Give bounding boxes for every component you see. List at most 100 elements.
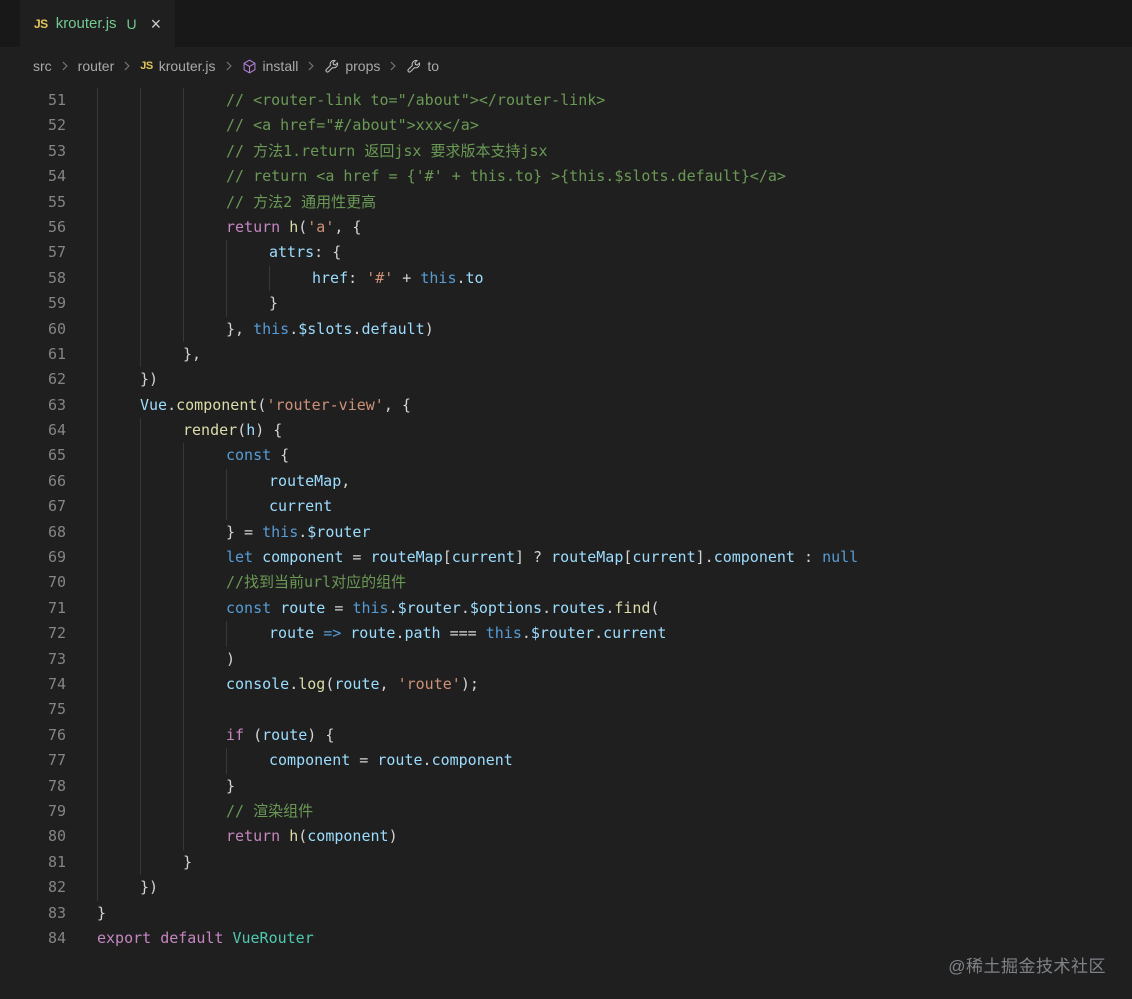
code-editor[interactable]: 51 // <router-link to="/about"></router-l… [0,85,1132,951]
indent-guide [140,545,183,571]
code-line[interactable]: 51 // <router-link to="/about"></router-l… [0,88,1132,114]
code-line[interactable]: 52 // <a href="#/about">xxx</a> [0,113,1132,139]
code-line-content: }) [97,367,158,393]
line-number: 76 [47,725,66,744]
code-token: + [393,268,421,287]
code-line[interactable]: 69 let component = routeMap[current] ? ro… [0,545,1132,571]
close-icon[interactable]: × [151,15,162,33]
code-token: routeMap [551,548,624,567]
code-line[interactable]: 74 console. log(route, 'route'); [0,671,1132,698]
code-line[interactable]: 65 const { [0,443,1132,469]
code-token: 'router-view' [266,395,384,414]
indent-guide [140,621,183,647]
breadcrumb-item-krouter-js[interactable]: JS krouter.js [140,58,215,74]
breadcrumb-item-src[interactable]: src [33,58,52,74]
code-line[interactable]: 63 Vue. component('router-view', { [0,392,1132,419]
code-line[interactable]: 67 current [0,494,1132,520]
line-number: 66 [47,471,66,490]
line-number: 53 [47,141,66,160]
code-token: '#' [366,268,394,287]
code-token: component [307,827,389,846]
code-token: log [298,674,326,693]
indent-guide [140,798,183,825]
code-token: if [226,725,245,744]
code-line[interactable]: 53 // 方法1.return 返回jsx 要求版本支持jsx [0,138,1132,165]
code-line[interactable]: 64 render(h) { [0,418,1132,444]
code-token: ); [460,674,479,693]
code-line[interactable]: 59} [0,291,1132,317]
code-token: current [632,548,696,567]
indent-guide [226,468,269,495]
code-token: . [289,319,299,338]
breadcrumb: src router JS krouter.js install props to [0,47,1132,85]
indent-guide [226,265,269,292]
code-token: current [603,624,667,643]
code-line[interactable]: 81} [0,849,1132,876]
line-number: 56 [47,217,66,236]
code-line[interactable]: 78} [0,773,1132,799]
code-token: // <a href="#/about">xxx</a> [226,116,479,135]
code-token: // return <a href = {'#' + this.to} >{th… [226,167,786,186]
tab-krouter-js[interactable]: JS krouter.js U × [20,0,176,47]
breadcrumb-item-props[interactable]: props [324,58,380,74]
line-number: 79 [47,801,66,820]
code-line[interactable]: 55 // 方法2 通用性更高 [0,189,1132,215]
breadcrumb-item-router[interactable]: router [78,58,115,74]
code-token: // 方法1.return 返回jsx 要求版本支持jsx [226,141,548,160]
code-line[interactable]: 83} [0,901,1132,926]
code-token: { [271,446,290,465]
indent-guide [269,265,312,292]
code-line[interactable]: 75 [0,697,1132,723]
code-line[interactable]: 72 route => route. path === this. $router. c… [0,621,1132,647]
code-line[interactable]: 68} = this. $router [0,519,1132,546]
code-token: ( [650,598,660,617]
indent-guide [97,621,140,647]
code-line[interactable]: 61}, [0,341,1132,368]
code-line[interactable]: 70 //找到当前url对应的组件 [0,570,1132,596]
indent-guide [97,494,140,520]
code-line[interactable]: 77 component = route. component [0,748,1132,774]
indent-guide [97,341,140,368]
indent-guide [97,468,140,495]
code-line[interactable]: 56 return h('a', { [0,214,1132,241]
code-token: . [422,751,432,770]
code-token: ( [298,827,308,846]
indent-guide [97,798,140,825]
code-line[interactable]: 79 // 渲染组件 [0,798,1132,825]
code-token: = [350,751,378,770]
code-line[interactable]: 62}) [0,367,1132,393]
code-line[interactable]: 58 href: '#' + this. to [0,265,1132,292]
indent-guide [140,214,183,241]
line-number: 61 [47,344,66,363]
code-line-content: } [97,291,278,317]
code-token: : { [314,243,342,262]
code-line[interactable]: 57 attrs: { [0,240,1132,266]
code-line[interactable]: 84 export default VueRouter [0,926,1132,951]
code-token: }, [183,344,202,363]
code-line[interactable]: 73) [0,646,1132,672]
code-line-content: // return <a href = {'#' + this.to} >{th… [97,164,786,190]
code-token: , { [334,217,362,236]
code-line[interactable]: 66 routeMap, [0,468,1132,495]
code-line[interactable]: 60}, this. $slots. default) [0,316,1132,342]
indent-guide [97,545,140,571]
indent-guide [97,595,140,622]
code-line[interactable]: 76 if (route) { [0,722,1132,749]
indent-guide [140,646,183,672]
breadcrumb-label: install [262,58,299,74]
code-line[interactable]: 82}) [0,875,1132,901]
code-token: [ [442,548,452,567]
code-line[interactable]: 71 const route = this. $router. $options. ro… [0,595,1132,622]
code-line[interactable]: 80 return h(component) [0,824,1132,850]
code-line[interactable]: 54 // return <a href = {'#' + this.to} >{… [0,164,1132,190]
indent-guide [97,722,140,749]
breadcrumb-item-install[interactable]: install [242,58,299,74]
indent-guide [140,164,183,190]
indent-guide [140,519,183,546]
indent-guide [140,748,183,774]
breadcrumb-item-to[interactable]: to [406,58,439,74]
indent-guide [183,113,226,139]
